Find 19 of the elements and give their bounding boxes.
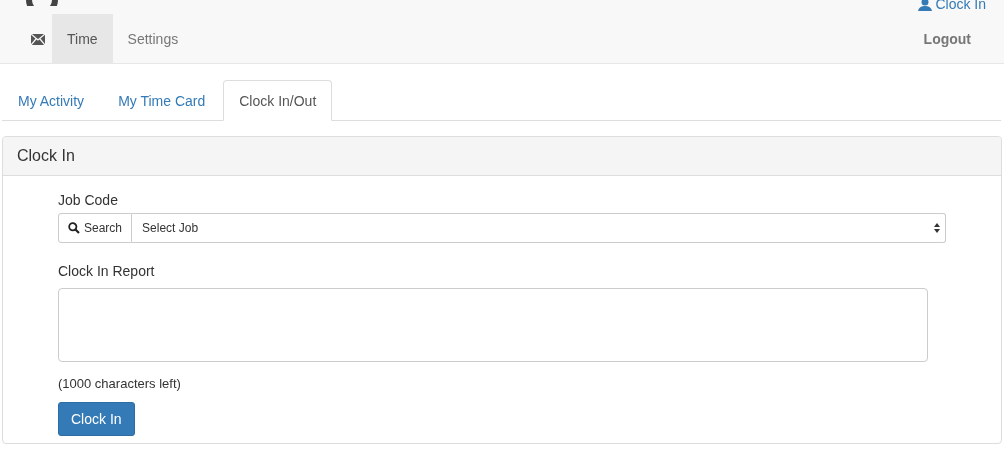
field-label: Clock In Report — [58, 262, 155, 281]
characters-left-text: (1000 characters left) — [58, 375, 181, 393]
tab[interactable]: Clock In/Out — [223, 80, 333, 121]
logo-icon — [24, 0, 60, 6]
clock-in-button[interactable]: Clock In — [58, 402, 135, 436]
nav-item[interactable]: Time — [52, 14, 113, 64]
field-label: Job Code — [58, 191, 118, 210]
panel-title: Clock In — [17, 147, 75, 165]
report-field[interactable] — [58, 288, 928, 362]
tab[interactable]: My Time Card — [102, 80, 222, 120]
envelope-icon — [31, 33, 45, 45]
search-button[interactable]: Search — [58, 213, 133, 243]
search-icon — [68, 222, 80, 234]
user-icon — [918, 0, 933, 11]
logout-link[interactable]: Logout — [923, 14, 971, 64]
nav-item[interactable]: Settings — [112, 14, 194, 64]
job-select[interactable]: Select Job — [132, 213, 946, 243]
tab[interactable]: My Activity — [2, 80, 101, 120]
sort-caret-icon — [934, 223, 940, 233]
